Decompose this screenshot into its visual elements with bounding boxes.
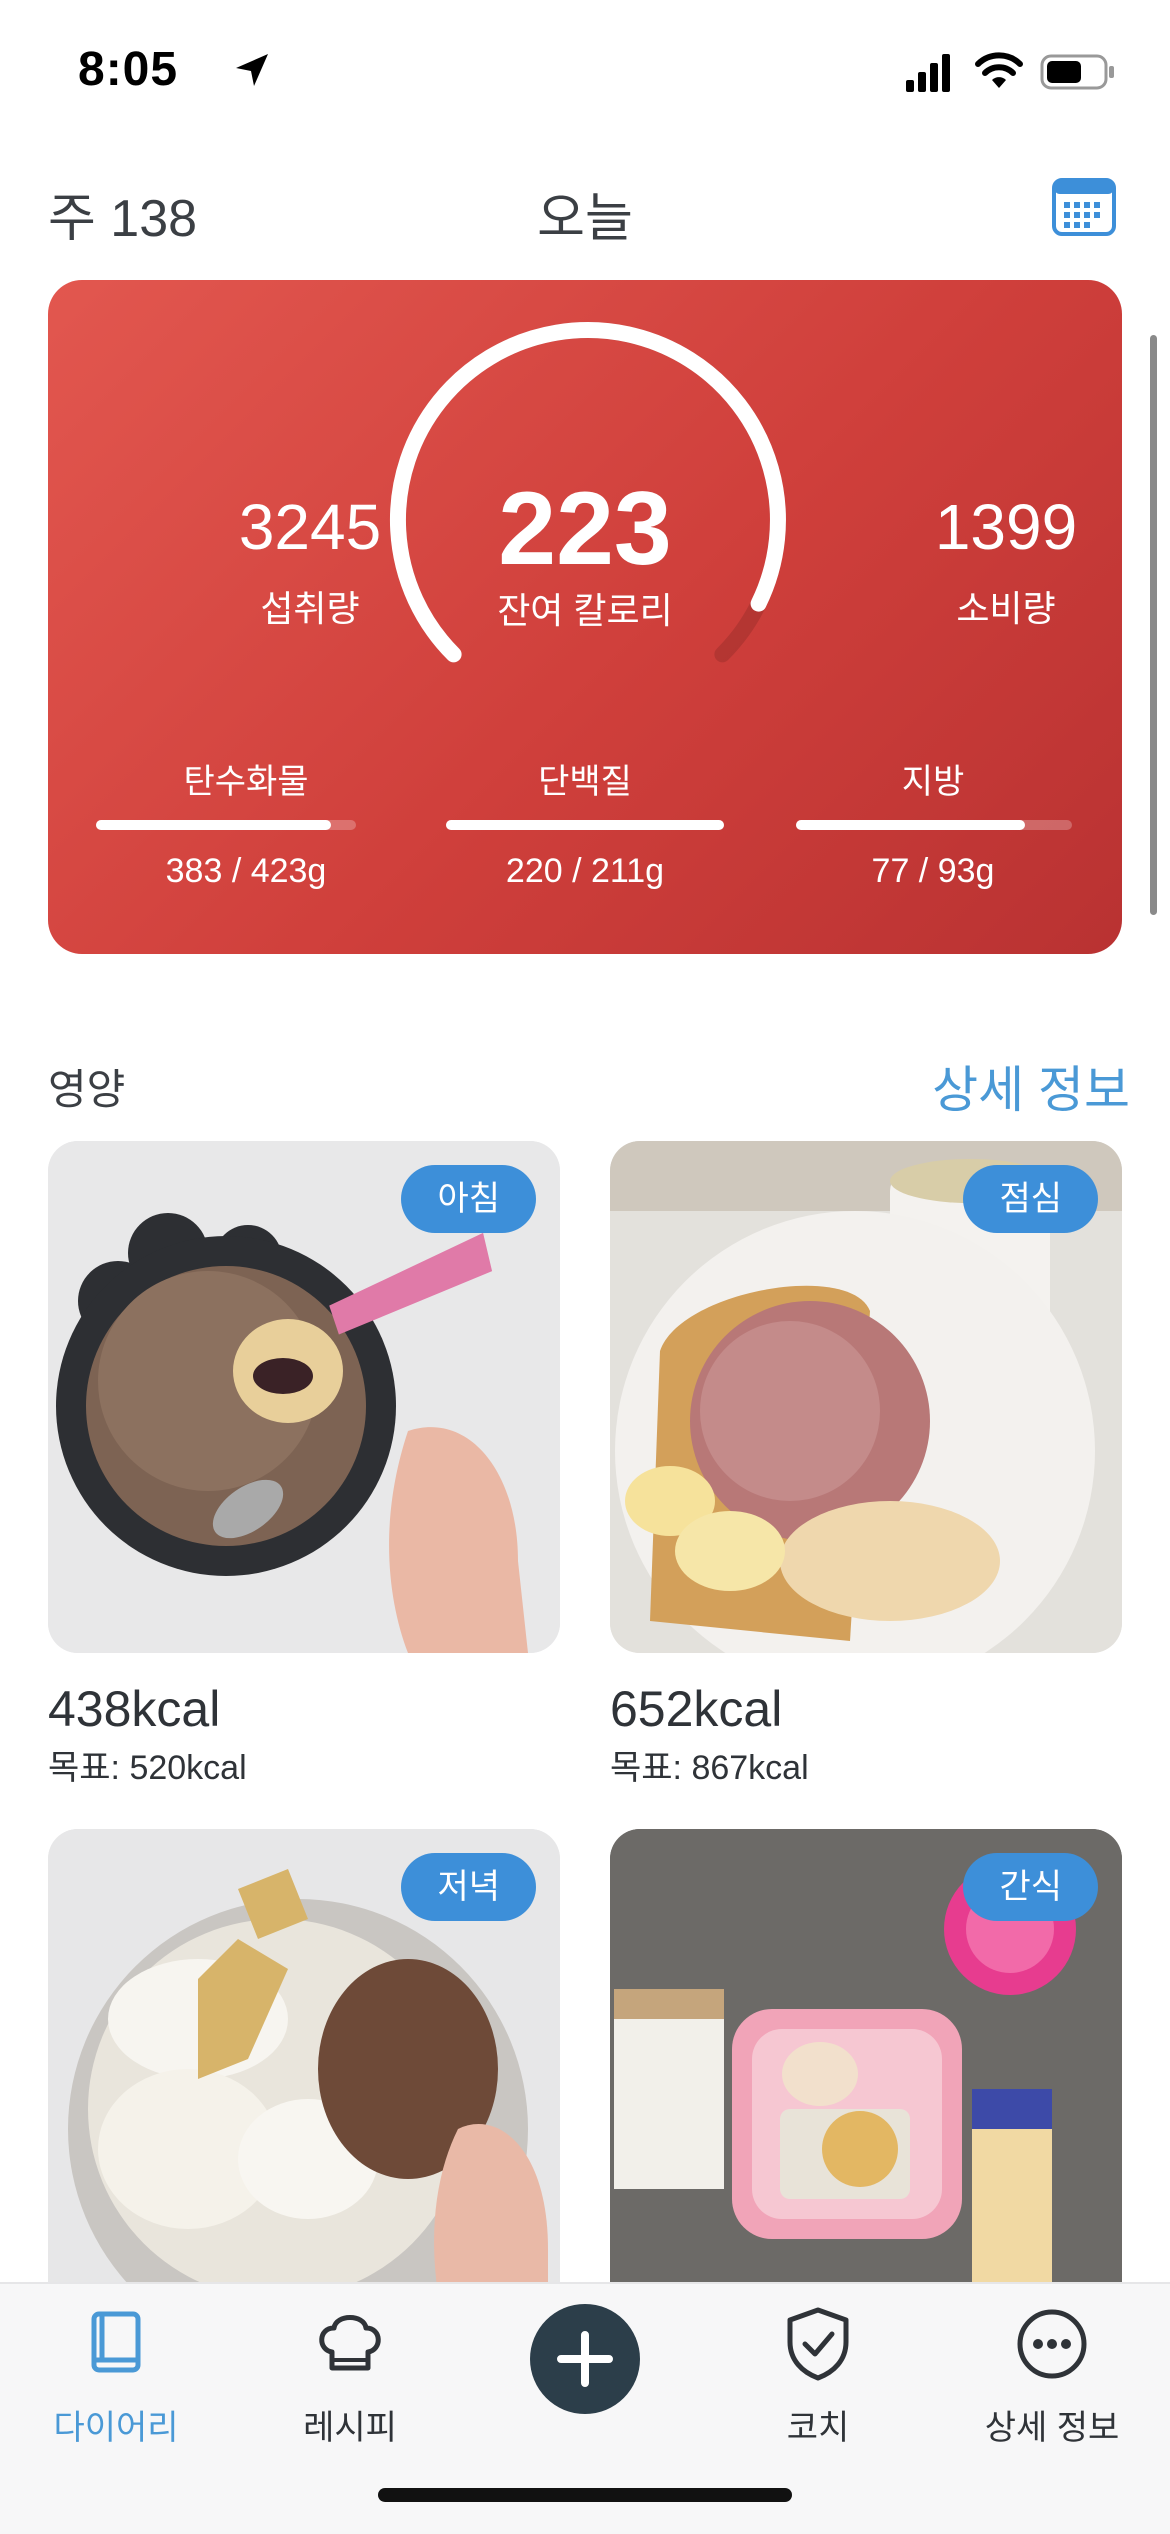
macro-protein-label: 단백질	[538, 763, 632, 801]
location-arrow-icon	[236, 54, 268, 86]
plus-icon	[557, 2331, 613, 2387]
meal-card-lunch[interactable]: 점심	[610, 1141, 1122, 1653]
macro-carbs-bar	[96, 820, 356, 830]
intake-label: 섭취량	[260, 588, 360, 629]
macro-protein-value: 220 / 211g	[505, 852, 665, 890]
home-indicator	[378, 2488, 792, 2502]
tab-label-coach: 코치	[786, 2409, 850, 2447]
burned-label: 소비량	[956, 588, 1056, 629]
more-icon	[1017, 2309, 1087, 2379]
tab-more[interactable]: 상세 정보	[942, 2304, 1162, 2464]
tab-diary[interactable]: 다이어리	[6, 2304, 226, 2464]
burned-value: 1399	[934, 491, 1078, 563]
battery-icon	[1040, 54, 1114, 90]
tab-label-recipes: 레시피	[303, 2409, 397, 2447]
meal-card-dinner[interactable]: 저녁	[48, 1829, 560, 2282]
meal-badge-breakfast: 아침	[401, 1165, 536, 1233]
breakfast-goal: 목표: 520kcal	[48, 1749, 247, 1787]
nutrition-section-title: 영양	[48, 1066, 126, 1113]
calendar-icon[interactable]	[1052, 176, 1116, 236]
calorie-summary-card[interactable]: 223 잔여 칼로리 3245 섭취량 1399 소비량 탄수화물 383 / …	[48, 280, 1122, 954]
cellular-signal-icon	[906, 54, 950, 92]
meal-badge-snack: 간식	[963, 1853, 1098, 1921]
scrollbar[interactable]	[1150, 335, 1157, 915]
meal-card-breakfast[interactable]: 아침	[48, 1141, 560, 1653]
macro-carbs-label: 탄수화물	[183, 763, 309, 801]
status-time: 8:05	[78, 43, 179, 96]
macro-fat-value: 77 / 93g	[871, 852, 995, 890]
tab-recipes[interactable]: 레시피	[240, 2304, 460, 2464]
macro-fat-bar	[796, 820, 1072, 830]
macro-fat-label: 지방	[901, 763, 965, 801]
chef-hat-icon	[319, 2315, 381, 2371]
meal-badge-dinner: 저녁	[401, 1853, 536, 1921]
macro-protein-bar	[446, 820, 724, 830]
add-entry-button[interactable]	[530, 2304, 640, 2414]
lunch-kcal: 652kcal	[610, 1681, 783, 1737]
breakfast-kcal: 438kcal	[48, 1681, 221, 1737]
intake-value: 3245	[238, 491, 382, 563]
tab-coach[interactable]: 코치	[708, 2304, 928, 2464]
book-icon	[91, 2311, 141, 2373]
meal-card-snack[interactable]: 간식	[610, 1829, 1122, 2282]
macro-carbs-value: 383 / 423g	[165, 852, 327, 890]
meal-badge-lunch: 점심	[963, 1165, 1098, 1233]
nutrition-details-link[interactable]: 상세 정보	[932, 1050, 1130, 1122]
shield-check-icon	[787, 2307, 849, 2381]
page-title[interactable]: 오늘	[0, 176, 1170, 251]
lunch-goal: 목표: 867kcal	[610, 1749, 809, 1787]
tab-label-diary: 다이어리	[53, 2409, 179, 2447]
wifi-icon	[975, 52, 1023, 88]
tab-label-more: 상세 정보	[984, 2409, 1120, 2447]
